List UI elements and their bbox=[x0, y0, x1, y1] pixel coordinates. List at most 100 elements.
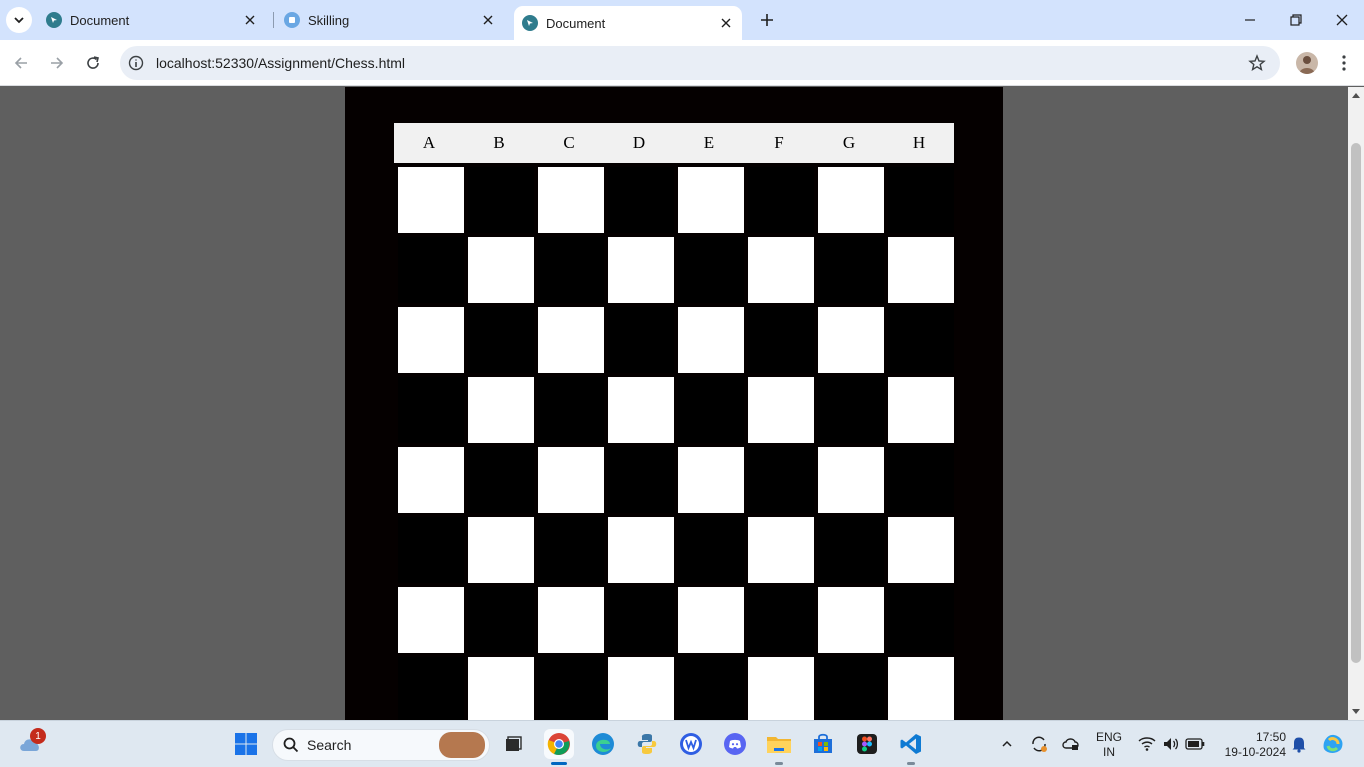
square-fill bbox=[608, 377, 674, 443]
reload-button[interactable] bbox=[79, 49, 107, 77]
file-explorer-taskbar-button[interactable] bbox=[764, 729, 794, 759]
square-fill bbox=[468, 657, 534, 720]
square-b6-light bbox=[466, 515, 536, 585]
square-g8-dark bbox=[816, 655, 886, 720]
edge-taskbar-button[interactable] bbox=[588, 729, 618, 759]
skilling-favicon-icon bbox=[284, 12, 300, 28]
close-tab-icon[interactable] bbox=[478, 10, 498, 30]
chrome-taskbar-button[interactable] bbox=[544, 729, 574, 759]
wps-taskbar-button[interactable] bbox=[676, 729, 706, 759]
more-vertical-icon bbox=[1342, 55, 1346, 71]
tab-search-button[interactable] bbox=[6, 7, 32, 33]
folder-icon bbox=[767, 737, 791, 753]
square-d5-dark bbox=[606, 445, 676, 515]
address-bar[interactable]: localhost:52330/Assignment/Chess.html bbox=[120, 46, 1280, 80]
close-window-button[interactable] bbox=[1319, 6, 1364, 34]
square-fill bbox=[748, 517, 814, 583]
store-icon bbox=[814, 733, 832, 753]
square-fill bbox=[468, 447, 534, 513]
language-indicator[interactable]: ENG IN bbox=[1094, 730, 1124, 760]
square-fill bbox=[398, 587, 464, 653]
square-fill bbox=[468, 377, 534, 443]
square-fill bbox=[398, 447, 464, 513]
square-d8-light bbox=[606, 655, 676, 720]
square-c5-light bbox=[536, 445, 606, 515]
square-f2-light bbox=[746, 235, 816, 305]
store-taskbar-button[interactable] bbox=[808, 729, 838, 759]
square-fill bbox=[608, 657, 674, 720]
square-a4-dark bbox=[396, 375, 466, 445]
square-fill bbox=[888, 307, 954, 373]
chevron-up-icon bbox=[1002, 740, 1012, 747]
board-rank-8 bbox=[396, 655, 956, 720]
scrollbar-thumb[interactable] bbox=[1351, 143, 1361, 663]
square-fill bbox=[608, 307, 674, 373]
python-taskbar-button[interactable] bbox=[632, 729, 662, 759]
scroll-up-arrow-icon[interactable] bbox=[1348, 87, 1364, 103]
scroll-down-arrow-icon[interactable] bbox=[1348, 704, 1364, 720]
cloud-sync-icon bbox=[1062, 738, 1079, 750]
new-tab-button[interactable] bbox=[755, 8, 779, 32]
tab-title: Skilling bbox=[308, 12, 350, 28]
square-h8-light bbox=[886, 655, 956, 720]
start-button[interactable] bbox=[231, 729, 261, 759]
clock[interactable]: 17:50 19-10-2024 bbox=[1214, 730, 1286, 760]
profile-avatar[interactable] bbox=[1296, 52, 1318, 74]
tab-document-active[interactable]: Document bbox=[514, 6, 742, 40]
square-fill bbox=[538, 307, 604, 373]
square-fill bbox=[538, 657, 604, 720]
column-header-row: A B C D E F G H bbox=[394, 123, 954, 163]
minimize-icon bbox=[1245, 19, 1255, 21]
square-fill bbox=[748, 587, 814, 653]
bookmark-star-icon[interactable] bbox=[1246, 52, 1268, 74]
task-view-button[interactable] bbox=[498, 729, 528, 759]
square-fill bbox=[748, 377, 814, 443]
square-fill bbox=[538, 237, 604, 303]
square-fill bbox=[818, 237, 884, 303]
figma-taskbar-button[interactable] bbox=[852, 729, 882, 759]
tab-strip: Document Skilling Document bbox=[0, 0, 1364, 40]
network-drive-tray-button[interactable] bbox=[1056, 729, 1086, 759]
square-e5-light bbox=[676, 445, 746, 515]
vscode-icon bbox=[900, 734, 921, 754]
square-fill bbox=[818, 587, 884, 653]
square-fill bbox=[538, 517, 604, 583]
restore-button[interactable] bbox=[1273, 6, 1319, 34]
site-info-icon[interactable] bbox=[122, 49, 150, 77]
square-b1-dark bbox=[466, 165, 536, 235]
square-fill bbox=[678, 237, 744, 303]
forward-button[interactable] bbox=[43, 49, 71, 77]
back-button[interactable] bbox=[7, 49, 35, 77]
square-a8-dark bbox=[396, 655, 466, 720]
taskbar-search-box[interactable]: Search bbox=[272, 729, 490, 761]
show-hidden-icons-button[interactable] bbox=[992, 729, 1022, 759]
square-fill bbox=[468, 517, 534, 583]
square-d4-light bbox=[606, 375, 676, 445]
close-tab-icon[interactable] bbox=[240, 10, 260, 30]
chessboard-frame: A B C D E F G H bbox=[345, 87, 1003, 720]
notifications-button[interactable] bbox=[1284, 729, 1314, 759]
square-fill bbox=[818, 167, 884, 233]
sync-tray-button[interactable] bbox=[1024, 729, 1054, 759]
url-text[interactable]: localhost:52330/Assignment/Chess.html bbox=[156, 55, 405, 71]
square-c2-dark bbox=[536, 235, 606, 305]
vscode-taskbar-button[interactable] bbox=[896, 729, 926, 759]
browser-menu-button[interactable] bbox=[1332, 50, 1356, 76]
arrow-right-icon bbox=[51, 57, 64, 69]
vertical-scrollbar[interactable] bbox=[1348, 87, 1364, 720]
close-tab-icon[interactable] bbox=[716, 13, 736, 33]
discord-taskbar-button[interactable] bbox=[720, 729, 750, 759]
copilot-button[interactable] bbox=[1318, 729, 1348, 759]
square-a6-dark bbox=[396, 515, 466, 585]
column-header-f: F bbox=[774, 133, 784, 152]
minimize-button[interactable] bbox=[1227, 6, 1273, 34]
square-b7-dark bbox=[466, 585, 536, 655]
battery-tray-button[interactable] bbox=[1180, 729, 1210, 759]
tab-document-1[interactable]: Document bbox=[38, 6, 266, 34]
column-header-h: H bbox=[912, 133, 926, 152]
square-g1-light bbox=[816, 165, 886, 235]
square-b8-light bbox=[466, 655, 536, 720]
square-fill bbox=[888, 587, 954, 653]
tab-skilling[interactable]: Skilling bbox=[276, 6, 504, 34]
reload-icon bbox=[87, 56, 99, 69]
